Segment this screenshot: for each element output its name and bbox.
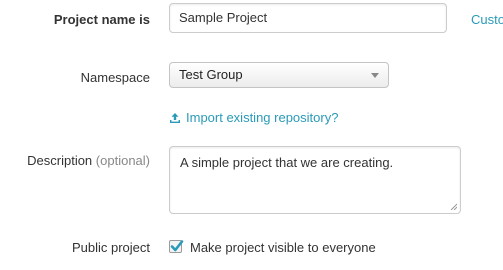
upload-icon <box>170 112 180 123</box>
caret-down-icon <box>371 73 379 78</box>
namespace-select[interactable]: Test Group <box>169 62 389 88</box>
namespace-label: Namespace <box>80 70 150 85</box>
namespace-selected-value: Test Group <box>179 67 243 82</box>
import-repository-label: Import existing repository? <box>186 110 339 125</box>
description-textarea[interactable]: A simple project that we are creating. <box>169 146 461 214</box>
project-name-input[interactable]: Sample Project <box>169 3 447 33</box>
description-value: A simple project that we are creating. <box>180 155 394 170</box>
import-repository-link[interactable]: Import existing repository? <box>169 110 338 125</box>
public-project-label: Public project <box>71 240 150 255</box>
description-label: Description (optional) <box>27 153 150 168</box>
resize-grip-icon[interactable] <box>450 203 457 210</box>
custom-link[interactable]: Custo <box>471 12 503 27</box>
public-project-checkbox[interactable] <box>169 240 184 253</box>
optional-hint: (optional) <box>95 153 150 168</box>
checkmark-icon <box>170 240 184 252</box>
public-project-checkbox-label[interactable]: Make project visible to everyone <box>190 240 376 255</box>
project-name-label: Project name is <box>53 12 150 27</box>
description-label-text: Description <box>27 153 93 168</box>
